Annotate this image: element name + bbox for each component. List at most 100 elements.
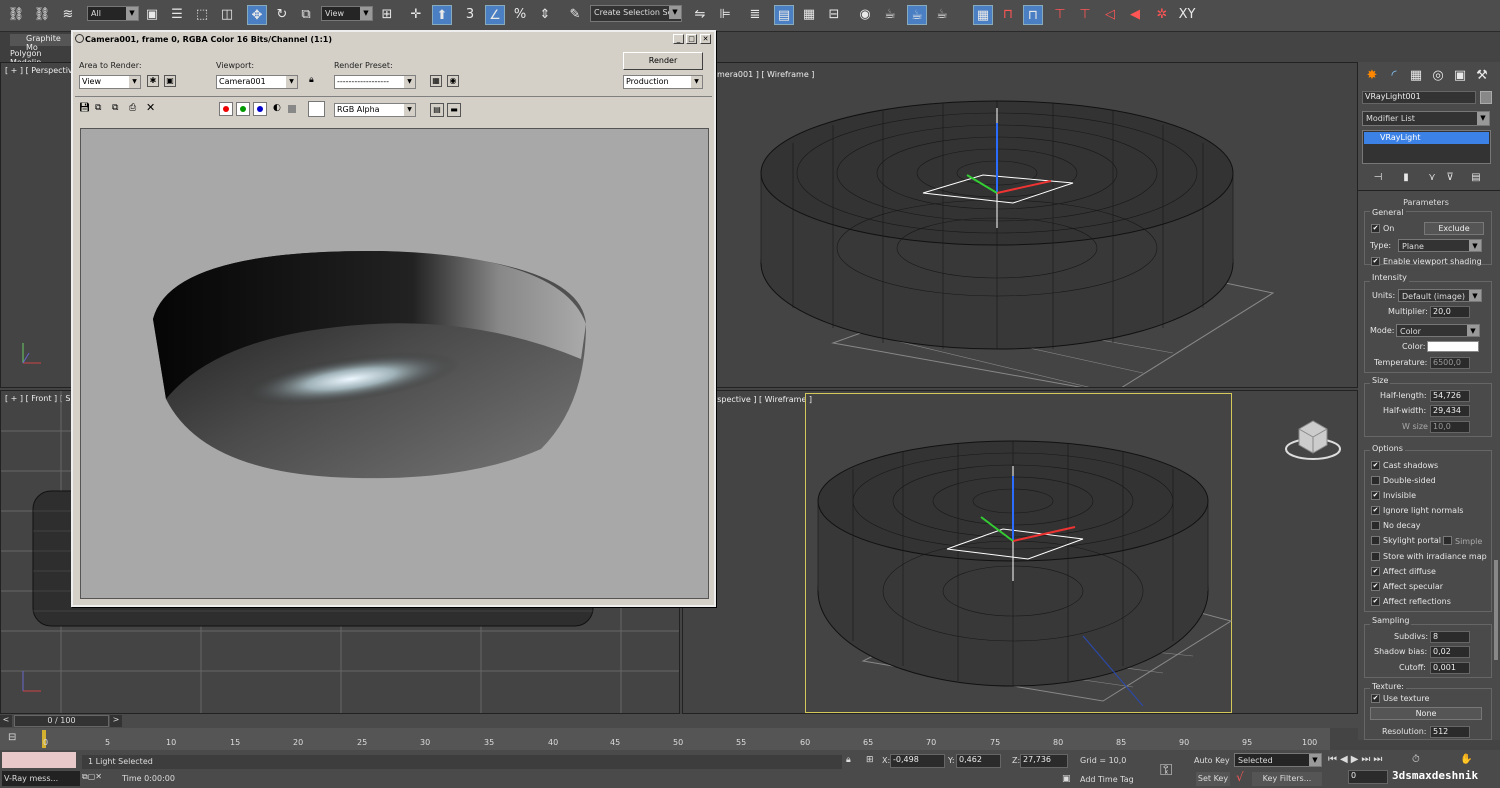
select-rotate-icon[interactable]: ↻: [272, 5, 292, 25]
green-channel-button[interactable]: [236, 102, 250, 116]
key-mode-icon[interactable]: √: [1236, 770, 1244, 784]
current-frame-field[interactable]: 0: [1348, 770, 1388, 784]
vray-light-icon[interactable]: ⊓: [998, 5, 1018, 25]
select-object-icon[interactable]: ▣: [142, 5, 162, 25]
vray-messages-tab[interactable]: V-Ray mess...: [2, 771, 80, 786]
schematic-view-icon[interactable]: ⊟: [824, 5, 844, 25]
viewport-perspective-active[interactable]: erspective ] [ Wireframe ]: [682, 390, 1358, 714]
render-button[interactable]: Render: [623, 52, 703, 70]
vray-ies-icon[interactable]: ⊤: [1075, 5, 1095, 25]
vray-dome-icon[interactable]: ◁: [1100, 5, 1120, 25]
layer-manager-icon[interactable]: ≣: [745, 5, 765, 25]
lock-icon[interactable]: 🔒︎: [309, 75, 314, 85]
type-dropdown[interactable]: Plane ▼: [1398, 239, 1482, 252]
use-texture-checkbox[interactable]: ✔: [1371, 694, 1380, 703]
display-tab-icon[interactable]: ▣: [1450, 66, 1470, 86]
monochrome-icon[interactable]: [288, 105, 296, 113]
double-sided-checkbox[interactable]: [1371, 476, 1380, 485]
invisible-checkbox[interactable]: ✔: [1371, 491, 1380, 500]
viewcube-icon[interactable]: [1283, 415, 1343, 465]
affect-reflections-checkbox[interactable]: ✔: [1371, 597, 1380, 606]
named-selection-dropdown[interactable]: Create Selection Se ▼: [590, 5, 682, 22]
mini-curve-editor-icon[interactable]: ⊟: [8, 732, 24, 746]
edit-named-selection-icon[interactable]: ✎: [565, 5, 585, 25]
y-coordinate[interactable]: 0,462: [956, 754, 1001, 768]
mode-dropdown[interactable]: Color ▼: [1396, 324, 1480, 337]
set-key-button[interactable]: Set Key: [1196, 772, 1230, 786]
modify-tab-icon[interactable]: ◜: [1384, 66, 1404, 86]
select-move-icon[interactable]: ✥: [247, 5, 267, 25]
clear-image-icon[interactable]: ✕: [146, 101, 155, 114]
next-frame-button[interactable]: >: [110, 715, 122, 727]
pivot-center-icon[interactable]: ⊞: [377, 5, 397, 25]
copy-image-icon[interactable]: ⧉: [95, 103, 101, 113]
link-icon[interactable]: ⛓: [6, 5, 26, 25]
resolution-spinner[interactable]: 512: [1430, 726, 1470, 738]
selection-lock-icon[interactable]: 🔒︎: [846, 755, 851, 765]
select-scale-icon[interactable]: ⧉: [296, 5, 316, 25]
percent-snap-icon[interactable]: %: [510, 5, 530, 25]
remove-modifier-icon[interactable]: ⊽: [1440, 168, 1460, 188]
align-icon[interactable]: ⊫: [715, 5, 735, 25]
absolute-mode-icon[interactable]: ⊞: [866, 755, 874, 765]
toggle-ui-overlay-icon[interactable]: ▤: [430, 103, 444, 117]
motion-tab-icon[interactable]: ◎: [1428, 66, 1448, 86]
tab-graphite-modeling[interactable]: Graphite Mo: [10, 34, 72, 52]
render-production-icon[interactable]: ☕: [932, 5, 952, 25]
toggle-ui-icon[interactable]: ▬: [447, 103, 461, 117]
utilities-tab-icon[interactable]: ⚒: [1472, 66, 1492, 86]
area-to-render-dropdown[interactable]: View ▼: [79, 75, 141, 89]
close-button[interactable]: ✕: [700, 34, 711, 44]
print-image-icon[interactable]: ⎙: [129, 103, 136, 113]
angle-snap-icon[interactable]: ∠: [485, 5, 505, 25]
pin-stack-icon[interactable]: ⊣: [1368, 168, 1388, 188]
half-length-spinner[interactable]: 54,726: [1430, 390, 1470, 402]
minimize-button[interactable]: _: [673, 34, 684, 44]
render-setup-icon[interactable]: ☕: [880, 5, 900, 25]
add-time-tag[interactable]: Add Time Tag: [1080, 775, 1134, 784]
stack-item-vraylight[interactable]: VRayLight: [1364, 132, 1489, 144]
reference-coord-dropdown[interactable]: View ▼: [321, 6, 373, 21]
maxscript-listener[interactable]: [2, 752, 76, 768]
edit-region-icon[interactable]: ✱: [147, 75, 159, 87]
object-color-swatch[interactable]: [1480, 91, 1492, 104]
snaps-toggle-icon[interactable]: 3: [460, 5, 480, 25]
time-slider[interactable]: 0 / 100: [14, 715, 109, 727]
save-image-icon[interactable]: 💾︎: [79, 103, 90, 113]
mirror-icon[interactable]: ⇋: [690, 5, 710, 25]
track-bar[interactable]: ⊟: [0, 728, 1330, 750]
clone-frame-icon[interactable]: ⧉: [112, 103, 118, 113]
skylight-portal-checkbox[interactable]: [1371, 536, 1380, 545]
x-coordinate[interactable]: -0,498: [890, 754, 945, 768]
key-selection-dropdown[interactable]: Selected ▼: [1234, 753, 1322, 767]
vray-sun-icon[interactable]: ⊓: [1023, 5, 1043, 25]
curve-editor-icon[interactable]: ▦: [799, 5, 819, 25]
unlink-icon[interactable]: ⛓: [32, 5, 52, 25]
half-width-spinner[interactable]: 29,434: [1430, 405, 1470, 417]
multiplier-spinner[interactable]: 20,0: [1430, 306, 1470, 318]
bind-spacewarp-icon[interactable]: ≋: [58, 5, 78, 25]
temperature-spinner[interactable]: 6500,0: [1430, 357, 1470, 369]
subdivs-spinner[interactable]: 8: [1430, 631, 1470, 643]
viewport-camera[interactable]: mera001 ] [ Wireframe ]: [682, 62, 1358, 388]
w-size-spinner[interactable]: 10,0: [1430, 421, 1470, 433]
z-coordinate[interactable]: 27,736: [1020, 754, 1068, 768]
rendered-frame-icon[interactable]: ☕: [907, 5, 927, 25]
create-tab-icon[interactable]: ✸: [1362, 66, 1382, 86]
key-icon[interactable]: ⚿: [1160, 760, 1172, 780]
vray-sphere-icon[interactable]: ✲: [1152, 5, 1172, 25]
configure-sets-icon[interactable]: ▤: [1466, 168, 1486, 188]
red-channel-button[interactable]: [219, 102, 233, 116]
production-dropdown[interactable]: Production ▼: [623, 75, 703, 89]
exclude-button[interactable]: Exclude: [1424, 222, 1484, 235]
display-channel-dropdown[interactable]: RGB Alpha ▼: [334, 103, 416, 117]
alpha-channel-icon[interactable]: ◐: [273, 103, 281, 113]
enable-viewport-shading-checkbox[interactable]: ✔: [1371, 257, 1380, 266]
playback-controls-icon[interactable]: ⏮◀▶⏭⏭: [1328, 754, 1385, 765]
color-swatch[interactable]: [308, 101, 325, 117]
window-crossing-icon[interactable]: ◫: [217, 5, 237, 25]
select-by-name-icon[interactable]: ☰: [167, 5, 187, 25]
modifier-list-dropdown[interactable]: Modifier List ▼: [1362, 111, 1490, 126]
shadow-bias-spinner[interactable]: 0,02: [1430, 646, 1470, 658]
keyboard-shortcut-icon[interactable]: ⬆: [432, 5, 452, 25]
